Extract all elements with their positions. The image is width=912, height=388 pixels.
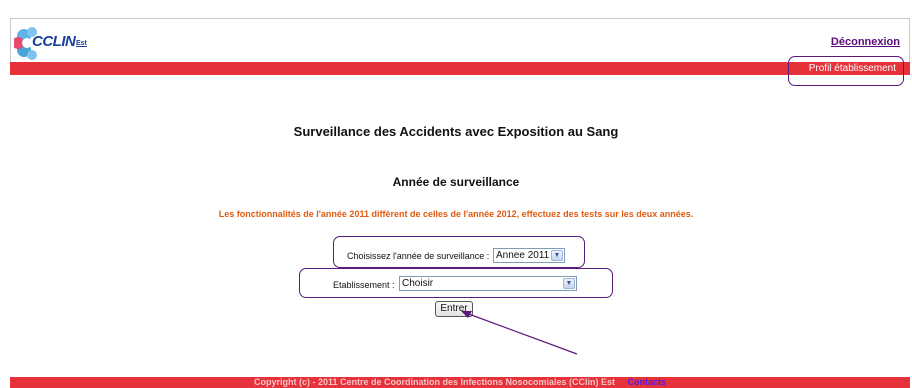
chevron-down-icon[interactable]: ▼	[551, 250, 563, 261]
header-red-bar	[10, 62, 910, 75]
year-label: Choisissez l'année de surveillance :	[347, 251, 490, 261]
profile-highlight-annotation	[788, 56, 904, 86]
enter-button[interactable]: Entrer	[435, 301, 473, 317]
page-title: Surveillance des Accidents avec Expositi…	[293, 124, 619, 139]
logo-text: CCLIN	[32, 33, 76, 50]
logo-subtext: Est	[76, 40, 87, 47]
notice-text: Les fonctionnalités de l'année 2011 diff…	[218, 209, 694, 219]
section-title: Année de surveillance	[392, 175, 520, 189]
footer-bar: Copyright (c) - 2011 Centre de Coordinat…	[10, 377, 910, 388]
contacts-link[interactable]: Contacts	[628, 377, 667, 387]
etab-select-value: Choisir	[402, 278, 434, 289]
etab-select[interactable]: Choisir ▼	[399, 276, 577, 291]
year-select-value: Annee 2011	[496, 250, 550, 261]
chevron-down-icon[interactable]: ▼	[563, 278, 575, 289]
logout-link[interactable]: Déconnexion	[831, 36, 900, 48]
year-select[interactable]: Annee 2011 ▼	[493, 248, 565, 263]
etab-label: Etablissement :	[333, 280, 395, 290]
copyright-text: Copyright (c) - 2011 Centre de Coordinat…	[253, 377, 616, 387]
